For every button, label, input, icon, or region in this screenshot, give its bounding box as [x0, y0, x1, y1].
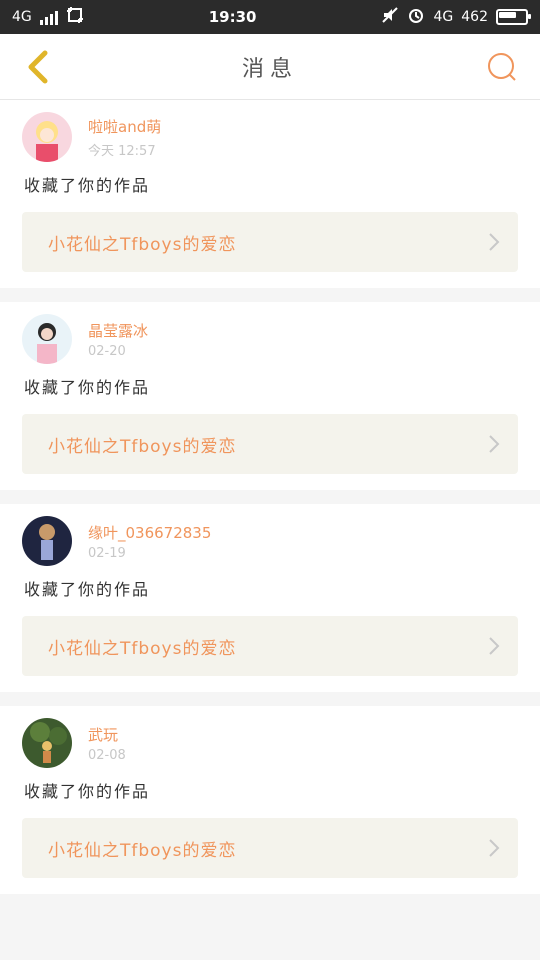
- back-arrow-icon: [28, 50, 48, 83]
- work-title: 小花仙之Tfboys的爱恋: [48, 840, 237, 861]
- timestamp: 02-20: [88, 343, 126, 359]
- page-title: 消息: [241, 56, 298, 82]
- username[interactable]: 啦啦and萌: [88, 116, 161, 137]
- card-header: 晶莹露冰 02-20: [22, 314, 518, 364]
- avatar[interactable]: [22, 516, 72, 566]
- work-title: 小花仙之Tfboys的爱恋: [48, 638, 237, 659]
- chevron-right-icon: [489, 233, 500, 251]
- battery-icon: [495, 9, 531, 25]
- avatar[interactable]: [22, 718, 72, 768]
- user-meta: 晶莹露冰 02-20: [88, 320, 148, 359]
- action-text: 收藏了你的作品: [24, 580, 151, 599]
- avatar[interactable]: [22, 112, 72, 162]
- work-title: 小花仙之Tfboys的爱恋: [48, 234, 237, 255]
- user-meta: 缘叶_036672835 02-19: [88, 522, 211, 561]
- user-meta: 啦啦and萌 今天 12:57: [88, 116, 161, 159]
- username[interactable]: 武玩: [88, 724, 126, 745]
- screenshot-icon: [66, 6, 84, 28]
- message-list: 啦啦and萌 今天 12:57 收藏了你的作品 小花仙之Tfboys的爱恋 晶莹…: [0, 100, 540, 894]
- work-title: 小花仙之Tfboys的爱恋: [48, 436, 237, 457]
- status-right: 4G 462: [381, 6, 531, 28]
- chevron-right-icon: [489, 839, 500, 857]
- work-link[interactable]: 小花仙之Tfboys的爱恋: [22, 414, 518, 474]
- chevron-right-icon: [489, 435, 500, 453]
- status-time: 19:30: [208, 8, 257, 26]
- status-bar: 4G 19:30 4G 462: [0, 0, 540, 34]
- back-button[interactable]: [16, 45, 60, 89]
- mute-icon: [381, 6, 399, 28]
- status-left: 4G: [12, 6, 84, 28]
- action-text: 收藏了你的作品: [24, 176, 151, 195]
- search-icon: [487, 52, 516, 81]
- card-header: 武玩 02-08: [22, 718, 518, 768]
- signal-icon: [39, 9, 58, 25]
- search-button[interactable]: [480, 45, 524, 89]
- card-header: 缘叶_036672835 02-19: [22, 516, 518, 566]
- alarm-icon: [407, 6, 425, 28]
- message-card: 缘叶_036672835 02-19 收藏了你的作品 小花仙之Tfboys的爱恋: [0, 504, 540, 692]
- timestamp: 今天 12:57: [88, 143, 156, 159]
- action-text: 收藏了你的作品: [24, 782, 151, 801]
- message-card: 啦啦and萌 今天 12:57 收藏了你的作品 小花仙之Tfboys的爱恋: [0, 100, 540, 288]
- timestamp: 02-08: [88, 747, 126, 763]
- username[interactable]: 晶莹露冰: [88, 320, 148, 341]
- username[interactable]: 缘叶_036672835: [88, 522, 211, 543]
- network-type: 4G: [12, 9, 32, 25]
- avatar[interactable]: [22, 314, 72, 364]
- work-link[interactable]: 小花仙之Tfboys的爱恋: [22, 818, 518, 878]
- network-type-right: 4G: [433, 9, 454, 25]
- timestamp: 02-19: [88, 545, 126, 561]
- user-meta: 武玩 02-08: [88, 724, 126, 763]
- action-text: 收藏了你的作品: [24, 378, 151, 397]
- top-nav: 消息: [0, 34, 540, 100]
- signal-text: 462: [461, 9, 488, 25]
- message-card: 晶莹露冰 02-20 收藏了你的作品 小花仙之Tfboys的爱恋: [0, 302, 540, 490]
- work-link[interactable]: 小花仙之Tfboys的爱恋: [22, 212, 518, 272]
- card-header: 啦啦and萌 今天 12:57: [22, 112, 518, 162]
- message-card: 武玩 02-08 收藏了你的作品 小花仙之Tfboys的爱恋: [0, 706, 540, 894]
- work-link[interactable]: 小花仙之Tfboys的爱恋: [22, 616, 518, 676]
- chevron-right-icon: [489, 637, 500, 655]
